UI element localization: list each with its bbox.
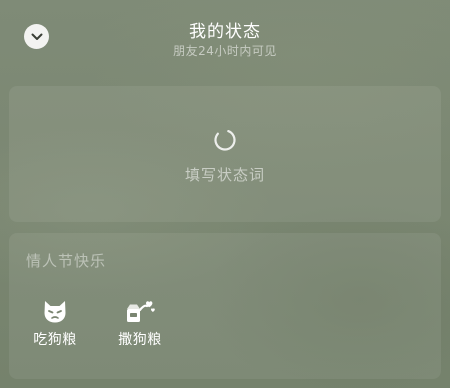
page-title: 我的状态 [189,22,261,42]
status-input-card[interactable] [9,86,441,222]
fill-status-prompt[interactable]: 填写状态词 [0,164,450,185]
status-screen: 我的状态 朋友24小时内可见 填写状态词 情人节快乐 吃狗粮 撒狗粮 [0,0,450,388]
topic-title: 情人节快乐 [26,252,107,270]
dog-food-hearts-icon [127,301,155,322]
throw-dog-food-button[interactable]: 撒狗粮 [110,298,170,349]
throw-dog-food-label: 撒狗粮 [118,332,162,348]
loading-spinner-icon [214,129,236,151]
eat-dog-food-label: 吃狗粮 [33,332,77,348]
eat-dog-food-button[interactable]: 吃狗粮 [25,298,85,349]
grumpy-cat-icon [44,301,66,323]
visibility-note: 朋友24小时内可见 [173,44,277,58]
